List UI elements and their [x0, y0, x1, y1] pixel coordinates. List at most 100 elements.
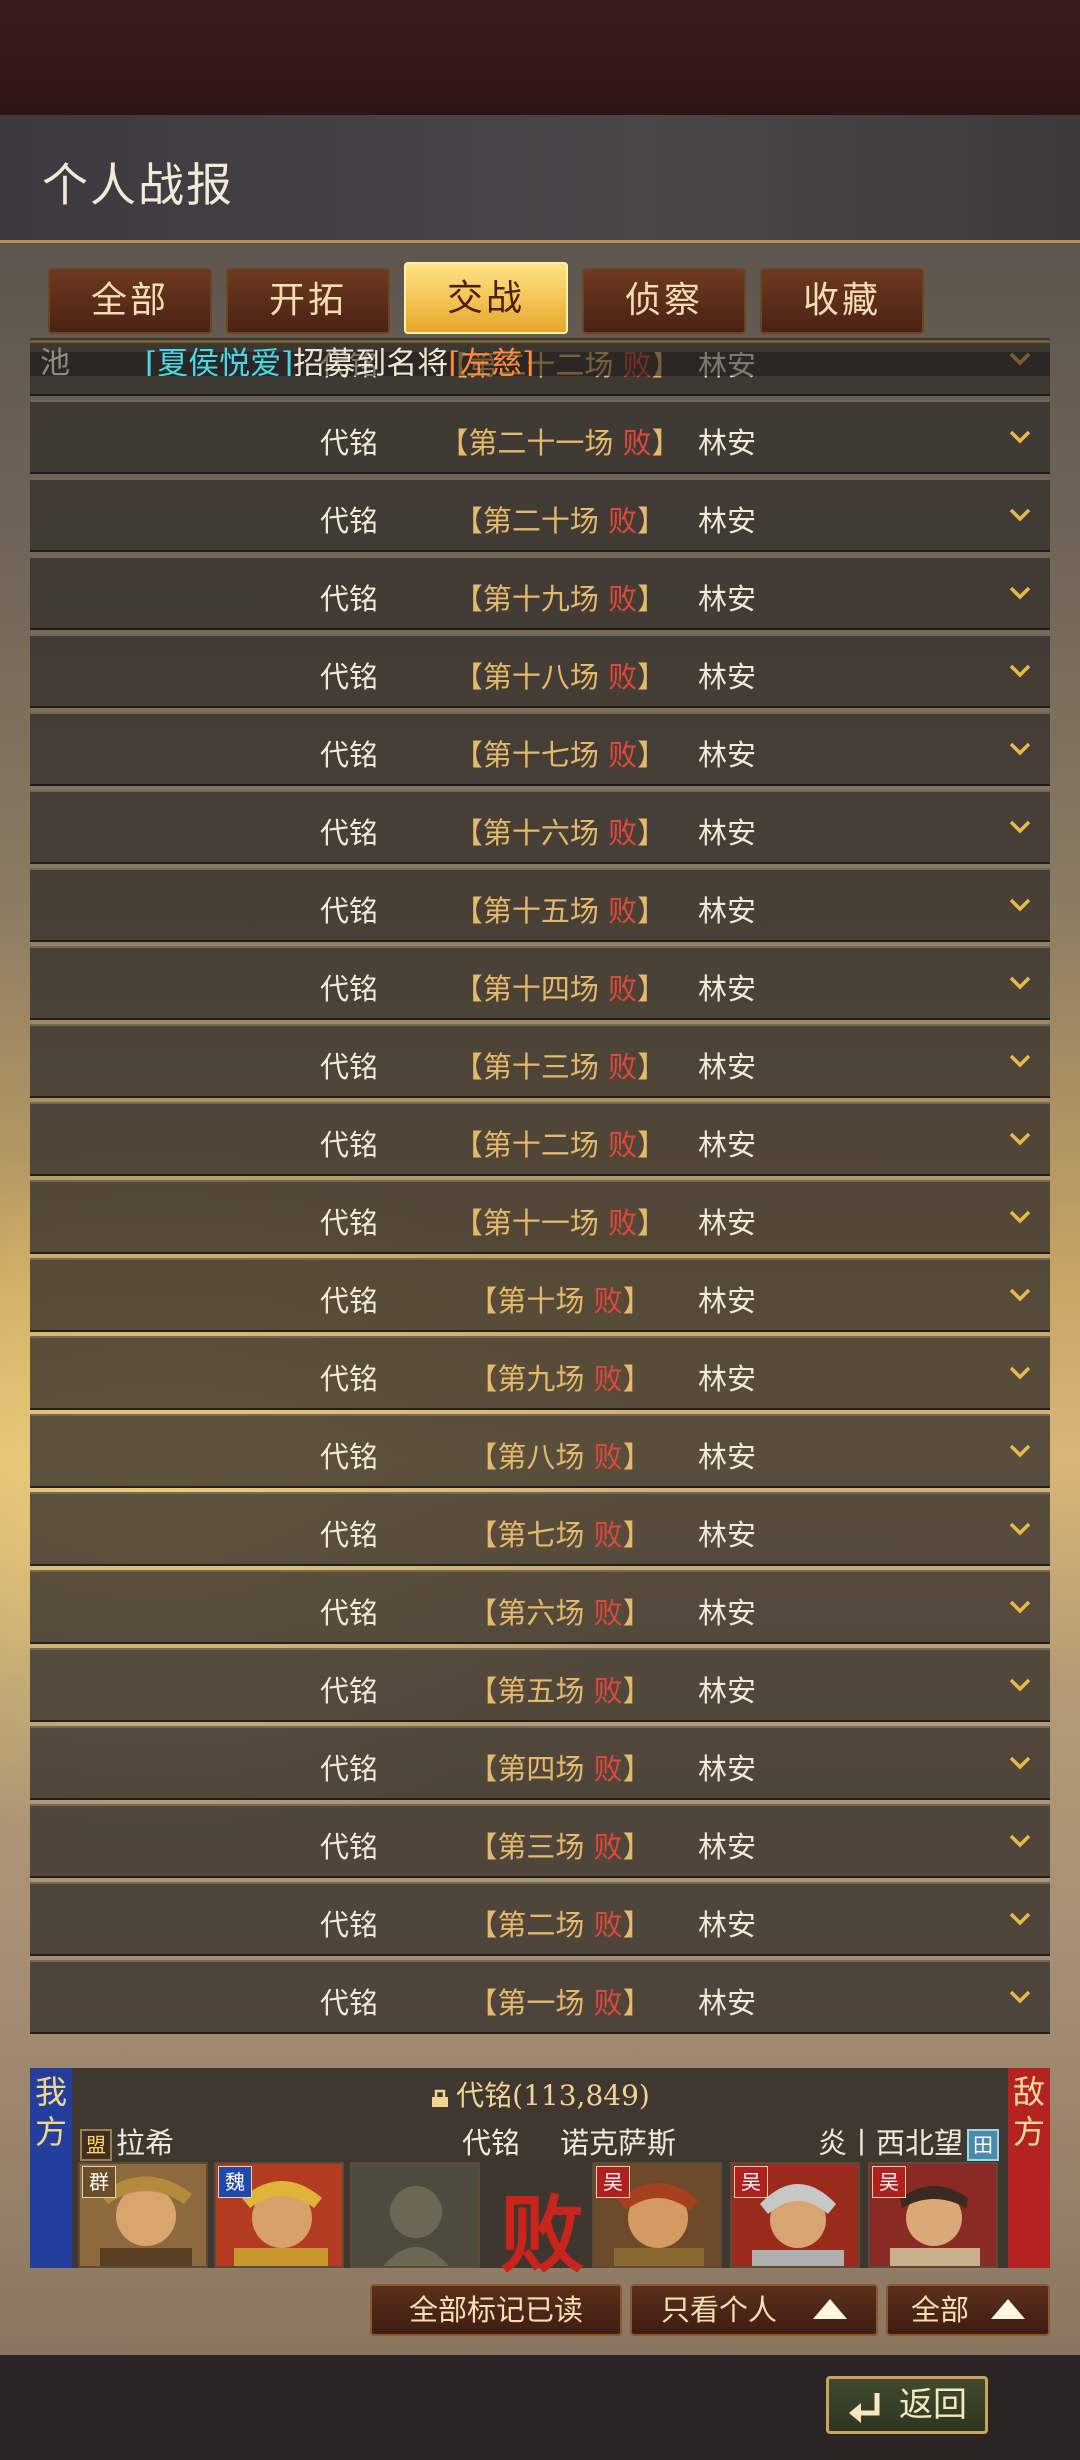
- round-result: 败: [593, 1674, 623, 1708]
- round-label: 【第十场 败】: [468, 1284, 652, 1318]
- report-list[interactable]: 代铭【第二十二场 败】林安代铭【第二十一场 败】林安代铭【第二十场 败】林安代铭…: [30, 352, 1050, 2057]
- chevron-down-icon[interactable]: [1008, 1130, 1032, 1148]
- defender-name: 林安: [698, 1518, 757, 1552]
- battle-report-row[interactable]: 代铭 【第十场 败】 林安: [30, 1258, 1050, 1332]
- battle-report-row[interactable]: 代铭 【第十二场 败】 林安: [30, 1102, 1050, 1176]
- battle-report-row[interactable]: 代铭 【第四场 败】 林安: [30, 1726, 1050, 1800]
- battle-report-row[interactable]: 代铭 【第十九场 败】 林安: [30, 556, 1050, 630]
- chevron-down-icon[interactable]: [1008, 1988, 1032, 2006]
- round-result: 败: [608, 660, 638, 694]
- battle-report-row[interactable]: 代铭 【第十一场 败】 林安: [30, 1180, 1050, 1254]
- chevron-down-icon[interactable]: [1008, 1910, 1032, 1928]
- chevron-down-icon[interactable]: [1008, 1520, 1032, 1538]
- chevron-down-icon[interactable]: [1008, 740, 1032, 758]
- enemy-general-portrait[interactable]: 吴: [592, 2162, 722, 2268]
- chevron-down-icon[interactable]: [1008, 1676, 1032, 1694]
- battle-report-row[interactable]: 代铭 【第十六场 败】 林安: [30, 790, 1050, 864]
- defender-name: 林安: [698, 1284, 757, 1318]
- tab-explore[interactable]: 开拓: [226, 268, 390, 334]
- defender-name: 林安: [698, 894, 757, 928]
- back-label: 返回: [899, 2385, 967, 2425]
- round-number: 第十二场: [482, 1128, 599, 1162]
- round-label: 【第十二场 败】: [453, 1128, 667, 1162]
- defender-name: 林安: [698, 1752, 757, 1786]
- chevron-down-icon[interactable]: [1008, 584, 1032, 602]
- faction-badge: 吴: [734, 2166, 768, 2198]
- mark-all-read-button[interactable]: 全部标记已读: [370, 2284, 622, 2336]
- defender-name: 林安: [698, 816, 757, 850]
- battle-report-row[interactable]: 代铭 【第六场 败】 林安: [30, 1570, 1050, 1644]
- tab-all[interactable]: 全部: [48, 268, 212, 334]
- all-filter[interactable]: 全部: [886, 2284, 1050, 2336]
- attacker-name: 代铭: [320, 1206, 379, 1240]
- battle-report-row[interactable]: 代铭 【第十七场 败】 林安: [30, 712, 1050, 786]
- battle-report-row[interactable]: 代铭 【第五场 败】 林安: [30, 1648, 1050, 1722]
- battle-report-row[interactable]: 代铭 【第十三场 败】 林安: [30, 1024, 1050, 1098]
- defender-name: 林安: [698, 1830, 757, 1864]
- my-general-portrait[interactable]: 魏: [214, 2162, 344, 2268]
- battle-report-row[interactable]: 代铭 【第十四场 败】 林安: [30, 946, 1050, 1020]
- my-general-portrait[interactable]: [350, 2162, 480, 2268]
- round-number: 第十九场: [482, 582, 599, 616]
- battle-report-row[interactable]: 代铭 【第二十一场 败】 林安: [30, 400, 1050, 474]
- chevron-down-icon[interactable]: [1008, 1208, 1032, 1226]
- chevron-down-icon[interactable]: [1008, 896, 1032, 914]
- chevron-down-icon[interactable]: [1008, 506, 1032, 524]
- enemy-alliance-badge: 田: [967, 2129, 1000, 2161]
- attacker-name: 代铭: [320, 1596, 379, 1630]
- ticker-player: [夏侯悦爱]: [145, 346, 294, 376]
- battle-report-row[interactable]: 代铭 【第三场 败】 林安: [30, 1804, 1050, 1878]
- round-number: 第二十场: [482, 504, 599, 538]
- attacker-name: 代铭: [320, 894, 379, 928]
- chevron-down-icon[interactable]: [1008, 1832, 1032, 1850]
- enemy-lord-label: 炎丨西北望: [818, 2126, 964, 2160]
- round-number: 第七场: [497, 1518, 585, 1552]
- chevron-down-icon[interactable]: [1008, 662, 1032, 680]
- battle-report-row[interactable]: 代铭 【第十五场 败】 林安: [30, 868, 1050, 942]
- chevron-down-icon[interactable]: [1008, 1598, 1032, 1616]
- chevron-down-icon[interactable]: [1008, 818, 1032, 836]
- defender-name: 林安: [698, 1128, 757, 1162]
- defender-name: 林安: [698, 1362, 757, 1396]
- tab-favorites[interactable]: 收藏: [760, 268, 924, 334]
- round-result: 败: [593, 1518, 623, 1552]
- faction-badge: 吴: [596, 2166, 630, 2198]
- round-result: 败: [593, 1362, 623, 1396]
- chevron-down-icon[interactable]: [1008, 1286, 1032, 1304]
- my-player-name: 代铭: [462, 2126, 521, 2160]
- attacker-name: 代铭: [320, 1050, 379, 1084]
- attacker-name: 代铭: [320, 1518, 379, 1552]
- round-result: 败: [593, 1752, 623, 1786]
- round-number: 第十六场: [482, 816, 599, 850]
- round-label: 【第二十一场 败】: [439, 426, 681, 460]
- tab-battle[interactable]: 交战: [404, 262, 568, 334]
- enemy-general-portrait[interactable]: 吴: [730, 2162, 860, 2268]
- battle-report-row[interactable]: 代铭 【第一场 败】 林安: [30, 1960, 1050, 2034]
- enemy-general-portrait[interactable]: 吴: [868, 2162, 998, 2268]
- back-button[interactable]: 返回: [826, 2376, 988, 2434]
- chevron-down-icon[interactable]: [1008, 974, 1032, 992]
- battle-report-row[interactable]: 代铭 【第九场 败】 林安: [30, 1336, 1050, 1410]
- battle-report-row[interactable]: 代铭 【第二场 败】 林安: [30, 1882, 1050, 1956]
- round-label: 【第二场 败】: [468, 1908, 652, 1942]
- defender-name: 林安: [698, 582, 757, 616]
- battle-detail-panel[interactable]: 我方 敌方 代铭(113,849) 盟拉希 代铭 诺克萨斯 炎丨西北望田 群 魏…: [30, 2068, 1050, 2284]
- battle-report-row[interactable]: 代铭 【第八场 败】 林安: [30, 1414, 1050, 1488]
- attacker-name: 代铭: [320, 1674, 379, 1708]
- chevron-down-icon[interactable]: [1008, 428, 1032, 446]
- chevron-down-icon[interactable]: [1008, 1442, 1032, 1460]
- my-general-portrait[interactable]: 群: [78, 2162, 208, 2268]
- round-number: 第二十一场: [468, 426, 614, 460]
- battle-report-row[interactable]: 代铭 【第七场 败】 林安: [30, 1492, 1050, 1566]
- chevron-down-icon[interactable]: [1008, 1052, 1032, 1070]
- chevron-down-icon[interactable]: [1008, 1754, 1032, 1772]
- attacker-name: 代铭: [320, 816, 379, 850]
- round-number: 第十三场: [482, 1050, 599, 1084]
- tab-scout[interactable]: 侦察: [582, 268, 746, 334]
- battle-report-row[interactable]: 代铭 【第十八场 败】 林安: [30, 634, 1050, 708]
- chevron-down-icon[interactable]: [1008, 1364, 1032, 1382]
- battle-report-row[interactable]: 代铭 【第二十场 败】 林安: [30, 478, 1050, 552]
- round-label: 【第四场 败】: [468, 1752, 652, 1786]
- round-label: 【第一场 败】: [468, 1986, 652, 2020]
- only-personal-filter[interactable]: 只看个人: [630, 2284, 878, 2336]
